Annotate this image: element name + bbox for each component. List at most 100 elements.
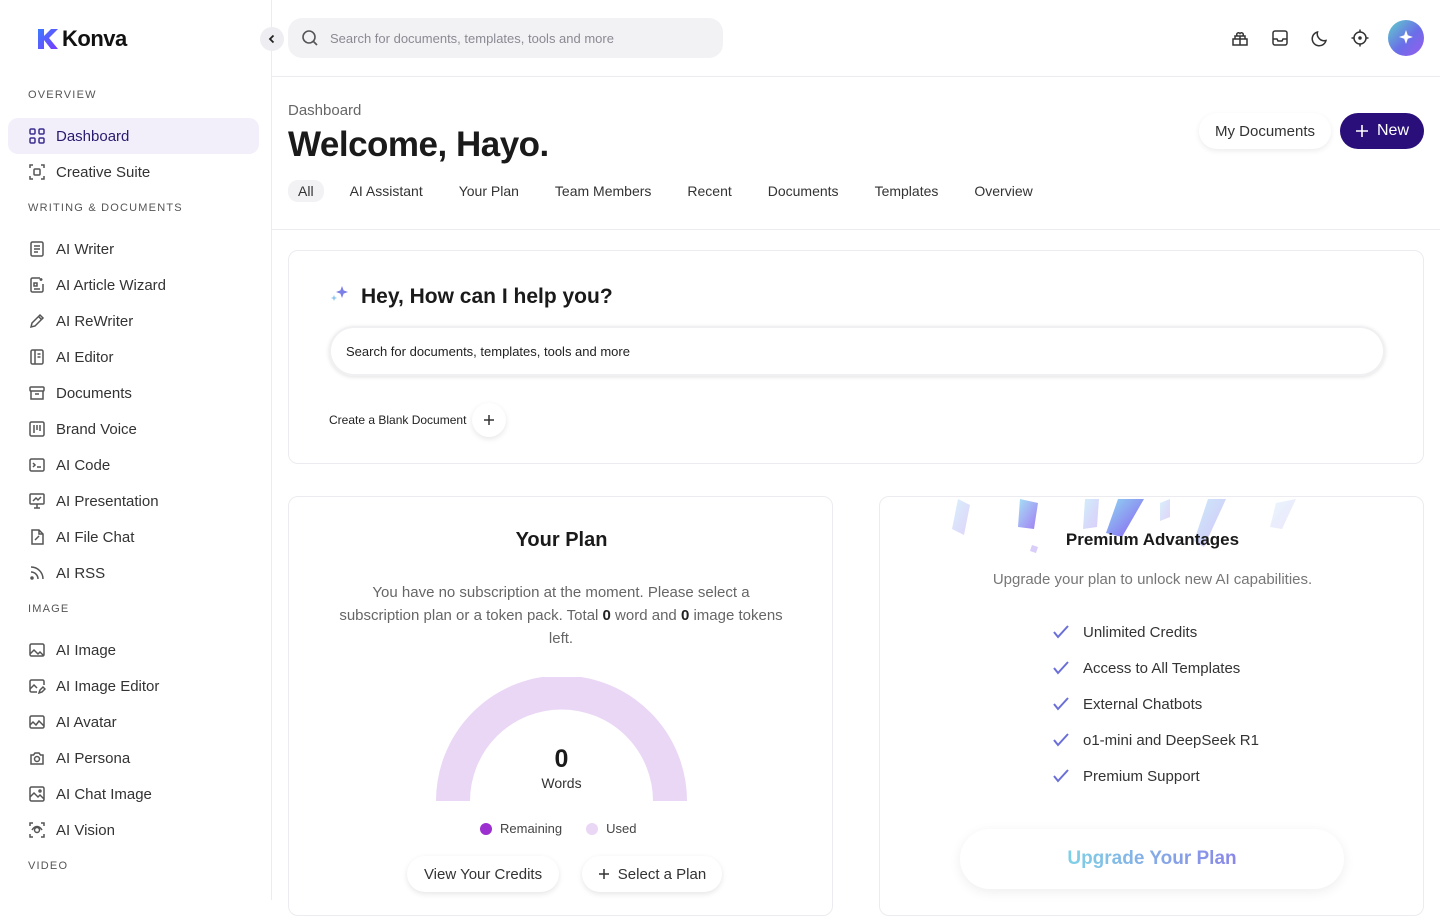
create-blank-document-label: Create a Blank Document bbox=[329, 413, 467, 427]
my-documents-button[interactable]: My Documents bbox=[1199, 113, 1331, 149]
assistant-search-field[interactable] bbox=[329, 326, 1385, 376]
sidebar-item-label: AI File Chat bbox=[56, 528, 135, 546]
sidebar-item-ai-persona[interactable]: AI Persona bbox=[8, 740, 259, 776]
tab-templates[interactable]: Templates bbox=[865, 180, 949, 202]
sidebar-item-label: AI Writer bbox=[56, 240, 115, 258]
sparkles-icon bbox=[331, 286, 348, 301]
select-plan-button[interactable]: Select a Plan bbox=[582, 856, 722, 892]
select-plan-label: Select a Plan bbox=[617, 865, 707, 883]
avatar-image-icon bbox=[29, 715, 45, 729]
sidebar-item-dashboard[interactable]: Dashboard bbox=[8, 118, 259, 154]
sidebar-collapse-button[interactable] bbox=[260, 27, 284, 51]
sidebar-item-ai-rewriter[interactable]: AI ReWriter bbox=[8, 303, 259, 339]
breadcrumb[interactable]: Dashboard bbox=[288, 102, 361, 119]
sidebar-item-ai-vision[interactable]: AI Vision bbox=[8, 812, 259, 848]
create-blank-document[interactable]: Create a Blank Document bbox=[329, 403, 507, 437]
sidebar-item-label: Documents bbox=[56, 384, 132, 402]
check-icon bbox=[1053, 697, 1069, 711]
app-logo[interactable]: Konva bbox=[36, 26, 127, 52]
plus-icon bbox=[1355, 125, 1368, 137]
word-tokens: 0 bbox=[602, 607, 611, 624]
premium-subtitle: Upgrade your plan to unlock new AI capab… bbox=[992, 571, 1313, 588]
rss-icon bbox=[30, 566, 44, 580]
creative-suite-icon bbox=[29, 164, 45, 180]
create-blank-document-button[interactable] bbox=[472, 403, 507, 437]
divider bbox=[272, 229, 1440, 230]
main-content: Dashboard Welcome, Hayo. My Documents Ne… bbox=[272, 77, 1440, 916]
sidebar-item-ai-presentation[interactable]: AI Presentation bbox=[8, 483, 259, 519]
top-actions bbox=[1220, 18, 1440, 58]
sidebar-item-ai-image-editor[interactable]: AI Image Editor bbox=[8, 668, 259, 704]
section-overview: OVERVIEW bbox=[28, 89, 97, 101]
sidebar-item-ai-avatar[interactable]: AI Avatar bbox=[8, 704, 259, 740]
premium-title: Premium Advantages bbox=[1065, 530, 1240, 549]
upgrade-plan-button[interactable]: Upgrade Your Plan bbox=[960, 829, 1344, 889]
sidebar-item-ai-rss[interactable]: AI RSS bbox=[8, 555, 259, 591]
sidebar-item-label: AI Persona bbox=[56, 749, 131, 767]
sidebar-item-creative-suite[interactable]: Creative Suite bbox=[8, 154, 259, 190]
tab-documents[interactable]: Documents bbox=[758, 180, 849, 202]
plus-icon bbox=[484, 415, 495, 425]
sidebar-item-documents[interactable]: Documents bbox=[8, 375, 259, 411]
sidebar-item-brand-voice[interactable]: Brand Voice bbox=[8, 411, 259, 447]
legend-remaining: Remaining bbox=[480, 821, 562, 836]
sidebar-item-ai-article-wizard[interactable]: AI Article Wizard bbox=[8, 267, 259, 303]
tab-team-members[interactable]: Team Members bbox=[545, 180, 661, 202]
tab-overview[interactable]: Overview bbox=[964, 180, 1042, 202]
chevron-left-icon bbox=[268, 34, 275, 44]
feature-item: Premium Support bbox=[1052, 767, 1200, 785]
editor-icon bbox=[30, 349, 44, 365]
vision-scan-icon bbox=[29, 822, 45, 838]
premium-advantages-card: Premium Advantages Upgrade your plan to … bbox=[879, 496, 1424, 916]
tab-all[interactable]: All bbox=[288, 180, 324, 202]
sidebar-item-label: AI Article Wizard bbox=[56, 276, 167, 294]
tab-your-plan[interactable]: Your Plan bbox=[449, 180, 529, 202]
sparkle-icon bbox=[1399, 30, 1413, 44]
sidebar-item-label: Brand Voice bbox=[56, 420, 137, 438]
app-name: Konva bbox=[62, 26, 127, 51]
document-icon bbox=[30, 241, 44, 257]
archive-icon bbox=[29, 386, 45, 400]
sidebar-item-ai-image[interactable]: AI Image bbox=[8, 632, 259, 668]
check-icon bbox=[1053, 769, 1069, 783]
assistant-search-input[interactable] bbox=[346, 343, 1346, 359]
grid-icon bbox=[29, 128, 45, 144]
user-avatar[interactable] bbox=[1388, 20, 1424, 56]
sidebar-item-label: AI Image bbox=[56, 641, 117, 659]
feature-item: Unlimited Credits bbox=[1052, 623, 1197, 641]
sidebar-item-label: AI ReWriter bbox=[56, 312, 134, 330]
global-search[interactable] bbox=[288, 18, 723, 58]
focus-button[interactable] bbox=[1340, 18, 1380, 58]
section-writing: WRITING & DOCUMENTS bbox=[28, 202, 183, 214]
gauge-legend: Remaining Used bbox=[480, 821, 637, 836]
sidebar-item-ai-code[interactable]: AI Code bbox=[8, 447, 259, 483]
page-title: Welcome, Hayo. bbox=[288, 125, 549, 164]
chat-image-icon bbox=[29, 786, 45, 802]
file-chat-icon bbox=[31, 529, 44, 545]
sidebar-item-ai-chat-image[interactable]: AI Chat Image bbox=[8, 776, 259, 812]
inbox-button[interactable] bbox=[1260, 18, 1300, 58]
gift-icon bbox=[1232, 31, 1248, 46]
tab-recent[interactable]: Recent bbox=[677, 180, 741, 202]
plus-icon bbox=[598, 869, 609, 879]
sidebar-item-label: Creative Suite bbox=[56, 163, 151, 181]
sidebar-item-ai-file-chat[interactable]: AI File Chat bbox=[8, 519, 259, 555]
new-button[interactable]: New bbox=[1340, 113, 1424, 149]
sidebar-item-ai-writer[interactable]: AI Writer bbox=[8, 231, 259, 267]
section-image: IMAGE bbox=[28, 603, 70, 615]
sidebar-item-label: AI Code bbox=[56, 456, 111, 474]
search-input[interactable] bbox=[330, 30, 710, 46]
view-credits-button[interactable]: View Your Credits bbox=[407, 856, 559, 892]
affiliate-button[interactable] bbox=[1220, 18, 1260, 58]
top-bar bbox=[272, 0, 1440, 77]
presentation-icon bbox=[29, 493, 45, 509]
sidebar-item-label: AI Presentation bbox=[56, 492, 159, 510]
sidebar-item-label: AI Avatar bbox=[56, 713, 117, 731]
legend-used: Used bbox=[586, 821, 637, 836]
gauge-value: 0 bbox=[554, 745, 569, 773]
dark-mode-toggle[interactable] bbox=[1300, 18, 1340, 58]
check-icon bbox=[1053, 625, 1069, 639]
assistant-title: Hey, How can I help you? bbox=[361, 285, 613, 308]
sidebar-item-ai-editor[interactable]: AI Editor bbox=[8, 339, 259, 375]
tab-ai-assistant[interactable]: AI Assistant bbox=[340, 180, 433, 202]
